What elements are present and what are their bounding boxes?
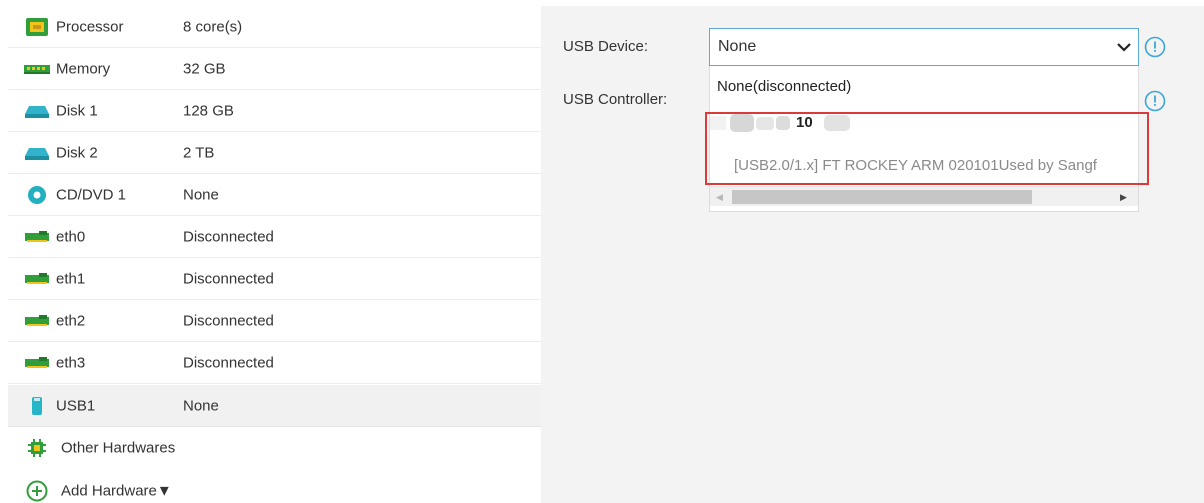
hardware-item-value: None [183, 397, 219, 414]
hardware-item-value: Disconnected [183, 270, 274, 287]
hardware-item-memory[interactable]: Memory 32 GB [8, 48, 541, 90]
dropdown-option-none[interactable]: None(disconnected) [717, 78, 851, 95]
disk-icon [24, 143, 50, 163]
info-icon[interactable] [1144, 36, 1166, 58]
hardware-item-disk-1[interactable]: Disk 1 128 GB [8, 90, 541, 132]
other-hardwares-item[interactable]: Other Hardwares [8, 427, 541, 469]
hardware-item-label: Processor [56, 18, 124, 35]
hardware-item-usb1[interactable]: USB1 None [8, 385, 541, 427]
chip-icon [24, 438, 50, 458]
hardware-item-label: Disk 1 [56, 102, 98, 119]
hardware-item-eth2[interactable]: eth2 Disconnected [8, 300, 541, 342]
chevron-down-icon [1116, 39, 1132, 55]
hardware-item-eth1[interactable]: eth1 Disconnected [8, 258, 541, 300]
network-card-icon [24, 269, 50, 289]
memory-icon [24, 59, 50, 79]
hardware-item-value: Disconnected [183, 354, 274, 371]
network-card-icon [24, 311, 50, 331]
hardware-item-label: Memory [56, 60, 111, 77]
hardware-item-value: None [183, 186, 219, 203]
hardware-item-eth3[interactable]: eth3 Disconnected [8, 342, 541, 384]
hardware-item-disk-2[interactable]: Disk 2 2 TB [8, 132, 541, 174]
usb-icon [24, 396, 50, 416]
scroll-right-arrow-icon[interactable]: ▶ [1120, 191, 1130, 203]
hardware-item-label: eth0 [56, 228, 86, 245]
hardware-item-value: Disconnected [183, 312, 274, 329]
hardware-item-processor[interactable]: Processor 8 core(s) [8, 6, 541, 48]
disk-icon [24, 101, 50, 121]
red-highlight-annotation [705, 112, 1149, 185]
hardware-item-cd-dvd-1[interactable]: CD/DVD 1 None [8, 174, 541, 216]
info-icon[interactable] [1144, 90, 1166, 112]
add-hardware-label: Add Hardware▼ [61, 482, 172, 500]
hardware-item-label: eth3 [56, 354, 86, 371]
hardware-item-value: 32 GB [183, 60, 226, 77]
horizontal-scrollbar[interactable]: ◀ ▶ [710, 186, 1138, 206]
add-circle-icon [24, 480, 50, 502]
usb-device-selected-value: None [718, 38, 757, 55]
processor-icon [24, 17, 50, 37]
hardware-item-label: eth1 [56, 270, 86, 287]
hardware-item-value: 8 core(s) [183, 18, 243, 35]
usb-controller-label: USB Controller: [563, 91, 668, 108]
hardware-item-label: CD/DVD 1 [56, 186, 127, 203]
scroll-left-arrow-icon[interactable]: ◀ [716, 191, 726, 203]
usb-device-select[interactable]: None [709, 28, 1139, 66]
hardware-item-label: USB1 [56, 397, 96, 414]
other-hardwares-label: Other Hardwares [61, 439, 176, 457]
hardware-item-label: Disk 2 [56, 144, 98, 161]
hardware-list: Processor 8 core(s) Memory 32 GB Disk 1 … [8, 6, 541, 503]
hardware-item-value: 2 TB [183, 144, 215, 161]
cd-dvd-icon [24, 185, 50, 205]
hardware-item-eth0[interactable]: eth0 Disconnected [8, 216, 541, 258]
network-card-icon [24, 353, 50, 373]
usb-device-label: USB Device: [563, 38, 649, 55]
network-card-icon [24, 227, 50, 247]
hardware-item-label: eth2 [56, 312, 86, 329]
add-hardware-button[interactable]: Add Hardware▼ [8, 470, 541, 503]
scroll-thumb[interactable] [732, 190, 1032, 204]
hardware-item-value: Disconnected [183, 228, 274, 245]
hardware-item-value: 128 GB [183, 102, 234, 119]
